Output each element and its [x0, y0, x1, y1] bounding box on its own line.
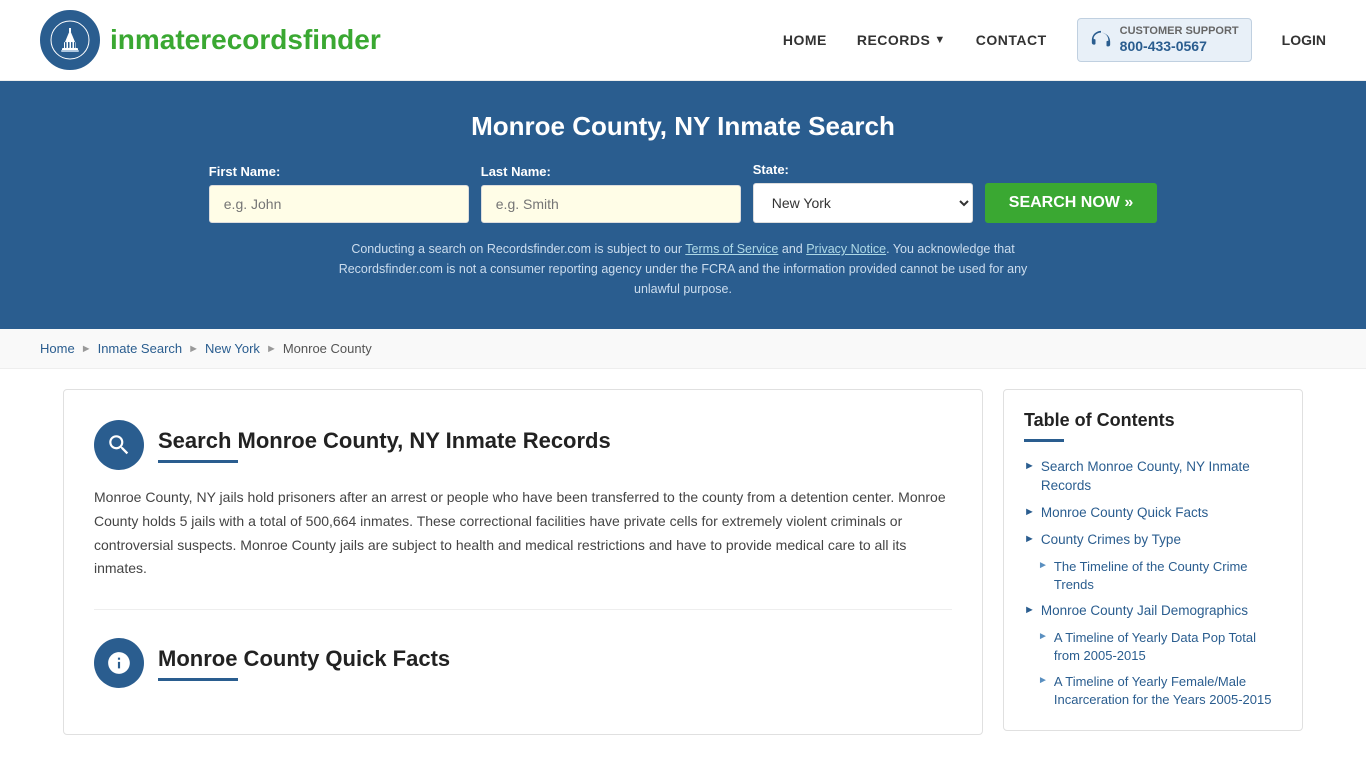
info-circle-icon — [94, 638, 144, 688]
first-name-label: First Name: — [209, 164, 281, 179]
section2-title-area: Monroe County Quick Facts — [158, 646, 450, 681]
breadcrumb: Home ► Inmate Search ► New York ► Monroe… — [0, 329, 1366, 369]
chevron-icon: ► — [1024, 533, 1035, 545]
breadcrumb-sep-2: ► — [188, 343, 199, 355]
main-nav: HOME RECORDS ▼ CONTACT CUSTOMER SUPPORT … — [783, 18, 1326, 62]
nav-home[interactable]: HOME — [783, 32, 827, 48]
toc-box: Table of Contents ► Search Monroe County… — [1003, 389, 1303, 731]
logo-icon — [40, 10, 100, 70]
logo-text: inmaterecordsfinder — [110, 24, 381, 56]
toc-item: ► County Crimes by Type — [1024, 531, 1282, 550]
chevron-icon: ► — [1038, 631, 1048, 642]
first-name-input[interactable] — [209, 185, 469, 223]
section1-body: Monroe County, NY jails hold prisoners a… — [94, 486, 952, 581]
chevron-icon: ► — [1038, 675, 1048, 686]
privacy-link[interactable]: Privacy Notice — [806, 242, 886, 256]
sidebar: Table of Contents ► Search Monroe County… — [1003, 389, 1303, 735]
chevron-icon: ► — [1038, 560, 1048, 571]
toc-link-4[interactable]: The Timeline of the County Crime Trends — [1054, 558, 1282, 594]
section1-title: Search Monroe County, NY Inmate Records — [158, 428, 611, 454]
nav-records[interactable]: RECORDS ▼ — [857, 32, 946, 48]
disclaimer-text: Conducting a search on Recordsfinder.com… — [333, 239, 1033, 299]
toc-item-sub: ► A Timeline of Yearly Data Pop Total fr… — [1024, 629, 1282, 665]
section-divider — [94, 609, 952, 610]
search-banner: Monroe County, NY Inmate Search First Na… — [0, 81, 1366, 329]
toc-item-sub: ► The Timeline of the County Crime Trend… — [1024, 558, 1282, 594]
state-group: State: AlabamaAlaskaArizonaArkansasCalif… — [753, 162, 973, 223]
page-title: Monroe County, NY Inmate Search — [40, 111, 1326, 142]
toc-title: Table of Contents — [1024, 410, 1282, 431]
state-select[interactable]: AlabamaAlaskaArizonaArkansasCaliforniaCo… — [753, 183, 973, 223]
breadcrumb-sep-3: ► — [266, 343, 277, 355]
chevron-icon: ► — [1024, 460, 1035, 472]
chevron-icon: ► — [1024, 604, 1035, 616]
search-form: First Name: Last Name: State: AlabamaAla… — [40, 162, 1326, 223]
section2-title: Monroe County Quick Facts — [158, 646, 450, 672]
section2-header: Monroe County Quick Facts — [94, 638, 952, 688]
terms-link[interactable]: Terms of Service — [685, 242, 778, 256]
toc-link-5[interactable]: Monroe County Jail Demographics — [1041, 602, 1248, 621]
nav-login[interactable]: LOGIN — [1282, 32, 1326, 48]
search-button[interactable]: SEARCH NOW » — [985, 183, 1157, 223]
toc-link-3[interactable]: County Crimes by Type — [1041, 531, 1181, 550]
breadcrumb-county: Monroe County — [283, 341, 372, 356]
toc-item-sub: ► A Timeline of Yearly Female/Male Incar… — [1024, 673, 1282, 709]
toc-link-7[interactable]: A Timeline of Yearly Female/Male Incarce… — [1054, 673, 1282, 709]
main-content: Search Monroe County, NY Inmate Records … — [43, 389, 1323, 735]
last-name-group: Last Name: — [481, 164, 741, 223]
toc-item: ► Search Monroe County, NY Inmate Record… — [1024, 458, 1282, 496]
section1-underline — [158, 460, 238, 463]
toc-item: ► Monroe County Quick Facts — [1024, 504, 1282, 523]
breadcrumb-state[interactable]: New York — [205, 341, 260, 356]
article: Search Monroe County, NY Inmate Records … — [63, 389, 983, 735]
breadcrumb-home[interactable]: Home — [40, 341, 75, 356]
section1-header: Search Monroe County, NY Inmate Records — [94, 420, 952, 470]
last-name-label: Last Name: — [481, 164, 551, 179]
state-label: State: — [753, 162, 789, 177]
toc-link-6[interactable]: A Timeline of Yearly Data Pop Total from… — [1054, 629, 1282, 665]
last-name-input[interactable] — [481, 185, 741, 223]
chevron-down-icon: ▼ — [934, 34, 945, 46]
nav-contact[interactable]: CONTACT — [976, 32, 1047, 48]
headset-icon — [1090, 29, 1112, 51]
section1-title-area: Search Monroe County, NY Inmate Records — [158, 428, 611, 463]
support-text-area: CUSTOMER SUPPORT 800-433-0567 — [1120, 25, 1239, 55]
site-header: inmaterecordsfinder HOME RECORDS ▼ CONTA… — [0, 0, 1366, 81]
toc-list: ► Search Monroe County, NY Inmate Record… — [1024, 458, 1282, 710]
toc-link-2[interactable]: Monroe County Quick Facts — [1041, 504, 1208, 523]
toc-link-1[interactable]: Search Monroe County, NY Inmate Records — [1041, 458, 1282, 496]
toc-item: ► Monroe County Jail Demographics — [1024, 602, 1282, 621]
search-circle-icon — [94, 420, 144, 470]
first-name-group: First Name: — [209, 164, 469, 223]
chevron-icon: ► — [1024, 506, 1035, 518]
toc-divider — [1024, 439, 1064, 442]
breadcrumb-inmate-search[interactable]: Inmate Search — [98, 341, 183, 356]
customer-support-button[interactable]: CUSTOMER SUPPORT 800-433-0567 — [1077, 18, 1252, 62]
section2-underline — [158, 678, 238, 681]
logo-area: inmaterecordsfinder — [40, 10, 381, 70]
breadcrumb-sep-1: ► — [81, 343, 92, 355]
